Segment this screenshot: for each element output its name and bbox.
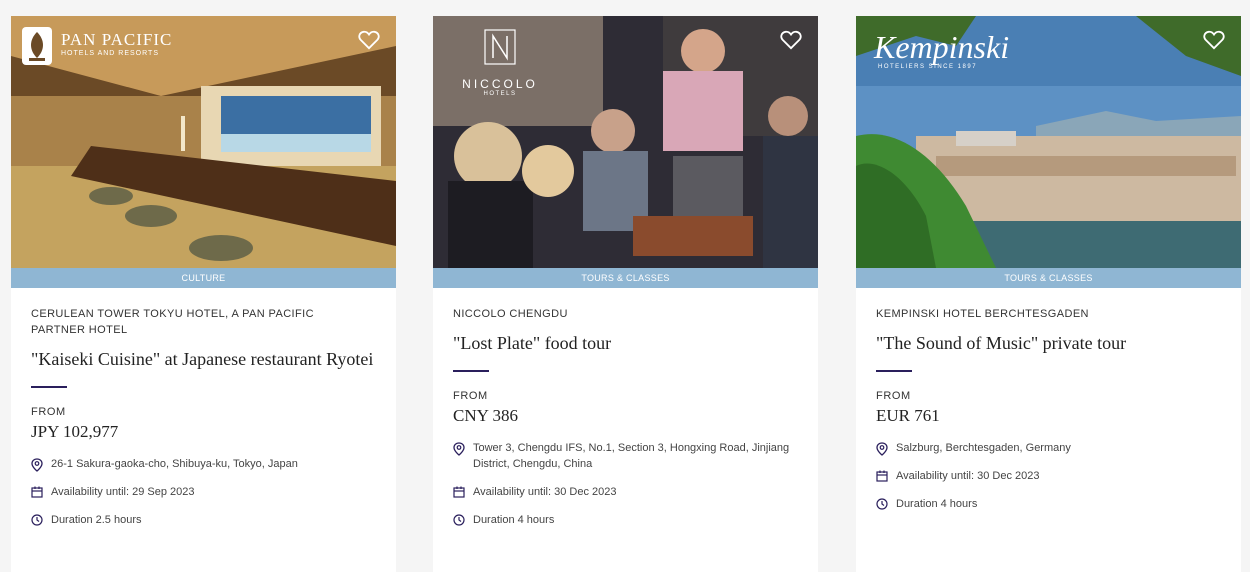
duration-row: Duration 4 hours <box>876 496 1196 512</box>
card-image-area[interactable]: Kempinski HOTELIERS SINCE 1897 <box>856 16 1241 268</box>
availability: Availability until: 30 Dec 2023 <box>473 486 617 498</box>
availability-row: Availability until: 30 Dec 2023 <box>876 468 1196 484</box>
calendar-icon <box>876 470 888 482</box>
price: JPY 102,977 <box>31 422 119 441</box>
experience-title[interactable]: "Kaiseki Cuisine" at Japanese restaurant… <box>31 348 376 370</box>
duration-row: Duration 4 hours <box>453 512 773 528</box>
category-badge: TOURS & CLASSES <box>433 268 818 288</box>
location-pin-icon <box>31 458 43 472</box>
calendar-icon <box>31 486 43 498</box>
experience-title[interactable]: "The Sound of Music" private tour <box>876 332 1196 354</box>
address: 26-1 Sakura-gaoka-cho, Shibuya-ku, Tokyo… <box>51 458 298 470</box>
availability-row: Availability until: 30 Dec 2023 <box>453 484 773 500</box>
experience-card-sound-of-music[interactable]: Kempinski HOTELIERS SINCE 1897 TOURS & C… <box>856 16 1241 572</box>
pan-pacific-emblem-icon <box>22 27 52 65</box>
location-pin-icon <box>876 442 888 456</box>
duration-row: Duration 2.5 hours <box>31 512 351 528</box>
logo-name: Kempinski <box>874 29 1010 65</box>
duration: Duration 2.5 hours <box>51 514 142 526</box>
kempinski-logo: Kempinski HOTELIERS SINCE 1897 <box>874 30 1009 70</box>
location-pin-icon <box>453 442 465 456</box>
pan-pacific-logo: PAN PACIFIC HOTELS AND RESORTS <box>21 26 171 71</box>
from-label: FROM <box>876 390 911 402</box>
availability: Availability until: 30 Dec 2023 <box>896 470 1040 482</box>
clock-icon <box>31 514 43 526</box>
address-row: Tower 3, Chengdu IFS, No.1, Section 3, H… <box>453 440 793 472</box>
availability: Availability until: 29 Sep 2023 <box>51 486 195 498</box>
address: Salzburg, Berchtesgaden, Germany <box>896 442 1071 454</box>
logo-name: NICCOLO <box>462 77 538 91</box>
accent-divider <box>876 370 912 372</box>
card-body: KEMPINSKI HOTEL BERCHTESGADEN "The Sound… <box>876 306 1196 512</box>
address: Tower 3, Chengdu IFS, No.1, Section 3, H… <box>473 442 790 470</box>
hotel-name: CERULEAN TOWER TOKYU HOTEL, A PAN PACIFI… <box>31 308 314 336</box>
accent-divider <box>31 386 67 388</box>
favorite-heart-icon[interactable] <box>1203 30 1225 50</box>
logo-name: PAN PACIFIC <box>61 30 173 49</box>
category-badge: TOURS & CLASSES <box>856 268 1241 288</box>
address-row: 26-1 Sakura-gaoka-cho, Shibuya-ku, Tokyo… <box>31 456 351 472</box>
favorite-heart-icon[interactable] <box>780 30 802 50</box>
favorite-heart-icon[interactable] <box>358 30 380 50</box>
niccolo-logo: NICCOLO HOTELS <box>455 28 545 97</box>
card-body: NICCOLO CHENGDU "Lost Plate" food tour F… <box>453 306 789 528</box>
hotel-name: KEMPINSKI HOTEL BERCHTESGADEN <box>876 308 1089 320</box>
from-label: FROM <box>453 390 488 402</box>
clock-icon <box>876 498 888 510</box>
from-label: FROM <box>31 406 66 418</box>
experience-title[interactable]: "Lost Plate" food tour <box>453 332 773 354</box>
availability-row: Availability until: 29 Sep 2023 <box>31 484 351 500</box>
price: CNY 386 <box>453 406 519 425</box>
address-row: Salzburg, Berchtesgaden, Germany <box>876 440 1196 456</box>
logo-subtitle: HOTELS AND RESORTS <box>61 50 160 57</box>
duration: Duration 4 hours <box>473 514 555 526</box>
niccolo-n-emblem-icon <box>484 29 516 65</box>
accent-divider <box>453 370 489 372</box>
card-body: CERULEAN TOWER TOKYU HOTEL, A PAN PACIFI… <box>31 306 373 528</box>
price: EUR 761 <box>876 406 940 425</box>
experience-card-lost-plate[interactable]: NICCOLO HOTELS TOURS & CLASSES NICCOLO C… <box>433 16 818 572</box>
category-badge: CULTURE <box>11 268 396 288</box>
duration: Duration 4 hours <box>896 498 978 510</box>
experience-card-kaiseki[interactable]: PAN PACIFIC HOTELS AND RESORTS CULTURE C… <box>11 16 396 572</box>
logo-subtitle: HOTELS <box>483 91 517 97</box>
card-image-area[interactable]: NICCOLO HOTELS <box>433 16 818 268</box>
card-image-area[interactable]: PAN PACIFIC HOTELS AND RESORTS <box>11 16 396 268</box>
clock-icon <box>453 514 465 526</box>
calendar-icon <box>453 486 465 498</box>
hotel-name: NICCOLO CHENGDU <box>453 308 568 320</box>
